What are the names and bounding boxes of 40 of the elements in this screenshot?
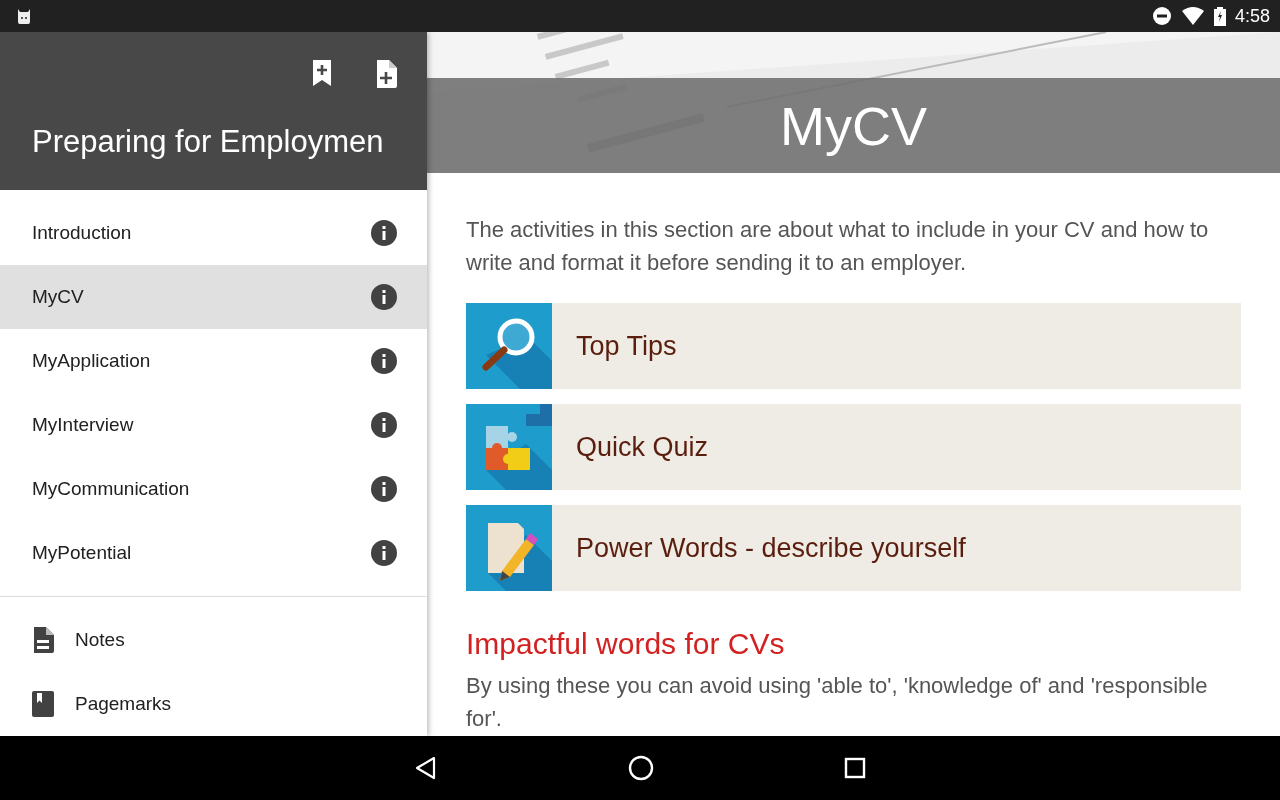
activity-card[interactable]: Top Tips [466,303,1241,389]
info-icon[interactable] [371,348,397,375]
robot-icon [15,7,33,25]
activity-title: Top Tips [576,330,677,362]
activity-title: Power Words - describe yourself [576,532,966,564]
drawer-title: Preparing for Employmen [32,124,385,160]
back-icon[interactable] [414,756,438,780]
puzzle-icon [466,404,552,490]
battery-icon [1213,6,1226,26]
add-document-icon[interactable] [375,60,397,88]
drawer-link[interactable]: Notes [0,608,427,672]
magnifier-icon [466,303,552,389]
info-icon[interactable] [371,476,397,503]
clock-time: 4:58 [1234,5,1270,27]
do-not-disturb-icon [1151,6,1172,26]
intro-paragraph: The activities in this section are about what to include in your CV and how to write and format it before sending it to an employer. [466,216,1210,277]
nav-item[interactable]: MyInterview [0,393,427,458]
activity-title: Quick Quiz [576,431,709,463]
document-icon [32,627,54,653]
info-icon[interactable] [371,540,397,567]
nav-item[interactable]: MyCommunication [0,457,427,522]
drawer-link[interactable]: Pagemarks [0,672,427,736]
recents-icon[interactable] [844,757,866,779]
bookmarked-book-icon [32,691,54,717]
nav-item[interactable]: MyPotential [0,521,427,586]
info-icon[interactable] [371,284,397,311]
activity-card[interactable]: Quick Quiz [466,404,1241,490]
nav-item[interactable]: MyCV [0,265,427,330]
pencil-paper-icon [466,505,552,591]
body-paragraph: By using these you can avoid using 'able to', 'knowledge of' and 'responsible for'. [466,672,1209,733]
page-title: MyCV [780,94,927,157]
info-icon[interactable] [371,412,397,439]
wifi-icon [1180,6,1205,26]
add-bookmark-icon[interactable] [311,60,333,86]
nav-item[interactable]: Introduction [0,201,427,266]
home-icon[interactable] [628,755,654,781]
activity-card[interactable]: Power Words - describe yourself [466,505,1241,591]
section-heading: Impactful words for CVs [466,627,786,661]
info-icon[interactable] [371,220,397,247]
nav-item[interactable]: MyApplication [0,329,427,394]
